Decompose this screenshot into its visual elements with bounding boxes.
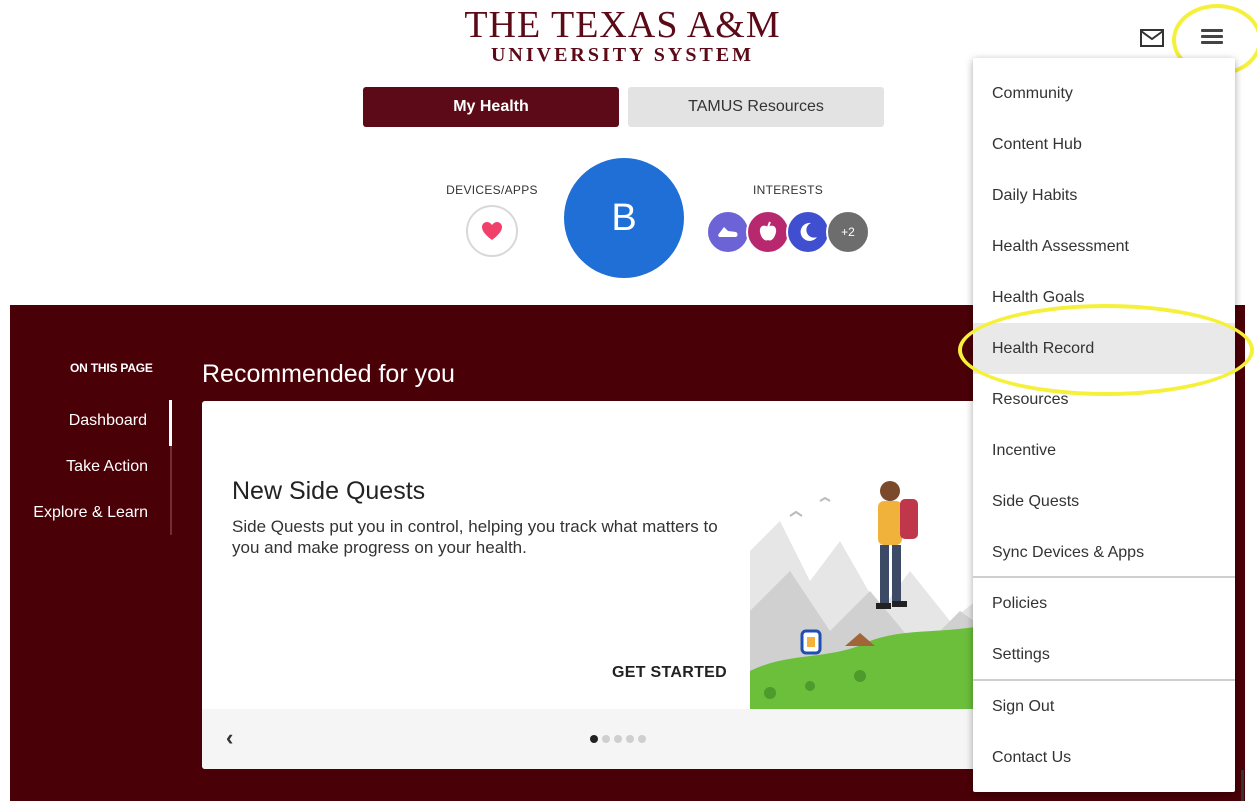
hiker-illustration bbox=[750, 461, 1002, 709]
menu-item-policies[interactable]: Policies bbox=[973, 578, 1235, 629]
menu-item-content-hub[interactable]: Content Hub bbox=[973, 119, 1235, 170]
more-interests-badge[interactable]: +2 bbox=[826, 210, 870, 254]
menu-item-health-assessment[interactable]: Health Assessment bbox=[973, 221, 1235, 272]
mail-icon[interactable] bbox=[1139, 27, 1165, 49]
section-title: Recommended for you bbox=[202, 360, 455, 388]
menu-item-contact-us[interactable]: Contact Us bbox=[973, 732, 1235, 783]
carousel-dot[interactable] bbox=[626, 735, 634, 743]
interests-group[interactable]: +2 bbox=[706, 210, 876, 256]
card-title: New Side Quests bbox=[232, 477, 426, 505]
menu-item-health-record[interactable]: Health Record bbox=[973, 323, 1235, 374]
menu-item-daily-habits[interactable]: Daily Habits bbox=[973, 170, 1235, 221]
on-this-page-nav: Dashboard Take Action Explore & Learn bbox=[20, 400, 172, 535]
carousel-dot[interactable] bbox=[614, 735, 622, 743]
card-description: Side Quests put you in control, helping … bbox=[232, 517, 718, 557]
sidebar-item-dashboard[interactable]: Dashboard bbox=[20, 400, 172, 446]
menu-item-sign-out[interactable]: Sign Out bbox=[973, 681, 1235, 732]
menu-item-community[interactable]: Community bbox=[973, 68, 1235, 119]
texas-am-system-logo[interactable]: THE TEXAS A&M UNIVERSITY SYSTEM bbox=[0, 6, 1245, 66]
menu-item-settings[interactable]: Settings bbox=[973, 629, 1235, 680]
carousel-dot[interactable] bbox=[590, 735, 598, 743]
recommendation-card: New Side Quests Side Quests put you in c… bbox=[202, 401, 1002, 769]
carousel-dots bbox=[590, 735, 646, 743]
heart-icon bbox=[482, 222, 502, 240]
logo-line-1: THE TEXAS A&M bbox=[464, 4, 781, 46]
carousel-dot[interactable] bbox=[602, 735, 610, 743]
carousel-dot[interactable] bbox=[638, 735, 646, 743]
scrollbar-edge bbox=[1241, 770, 1244, 801]
carousel-controls: ‹ bbox=[202, 709, 1002, 769]
tab-my-health[interactable]: My Health bbox=[363, 87, 619, 127]
menu-item-resources[interactable]: Resources bbox=[973, 374, 1235, 425]
avatar[interactable]: B bbox=[564, 158, 684, 278]
moon-icon[interactable] bbox=[786, 210, 830, 254]
shoe-icon[interactable] bbox=[706, 210, 750, 254]
navigation-dropdown-menu: Community Content Hub Daily Habits Healt… bbox=[973, 58, 1235, 792]
hamburger-menu-icon[interactable] bbox=[1199, 26, 1225, 50]
menu-item-side-quests[interactable]: Side Quests bbox=[973, 476, 1235, 527]
interests-label: INTERESTS bbox=[752, 183, 824, 197]
apple-icon[interactable] bbox=[746, 210, 790, 254]
tab-tamus-resources[interactable]: TAMUS Resources bbox=[628, 87, 884, 127]
on-this-page-label: ON THIS PAGE bbox=[70, 361, 153, 375]
menu-item-health-goals[interactable]: Health Goals bbox=[973, 272, 1235, 323]
chevron-left-icon[interactable]: ‹ bbox=[226, 725, 233, 751]
menu-item-sync-devices-apps[interactable]: Sync Devices & Apps bbox=[973, 527, 1235, 578]
sidebar-item-explore-learn[interactable]: Explore & Learn bbox=[20, 492, 170, 538]
get-started-button[interactable]: GET STARTED bbox=[612, 664, 727, 682]
devices-apps-label: DEVICES/APPS bbox=[446, 183, 538, 197]
menu-item-incentive[interactable]: Incentive bbox=[973, 425, 1235, 476]
sidebar-item-take-action[interactable]: Take Action bbox=[20, 446, 170, 492]
devices-apps-button[interactable] bbox=[466, 205, 518, 257]
